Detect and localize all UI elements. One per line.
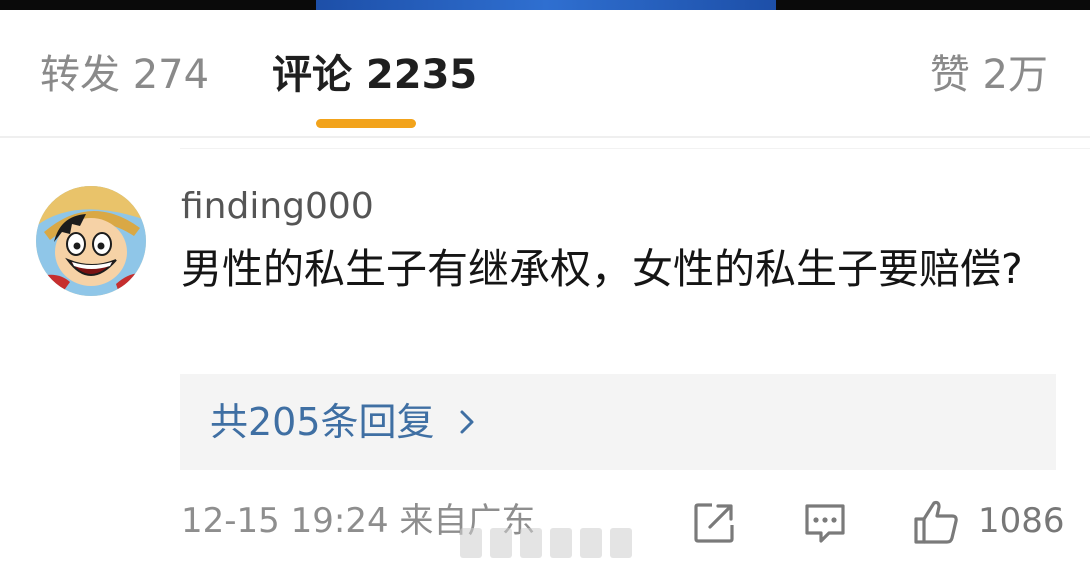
avatar[interactable] xyxy=(36,186,146,296)
like-button[interactable] xyxy=(912,497,960,547)
avatar-image xyxy=(36,186,146,296)
like-count[interactable]: 1086 xyxy=(978,500,1065,542)
comment-divider xyxy=(180,148,1090,149)
view-replies-button[interactable]: 共205条回复 xyxy=(180,374,1056,470)
tab-comment[interactable]: 评论 2235 xyxy=(272,50,477,100)
comment-bubble-icon xyxy=(805,504,845,543)
status-bar xyxy=(0,0,1090,10)
watermark xyxy=(460,522,640,566)
comment-timestamp: 12-15 19:24 xyxy=(181,501,389,541)
replies-count-label: 共205条回复 xyxy=(210,400,435,444)
thumbs-up-icon xyxy=(914,500,958,544)
status-bar-highlight xyxy=(316,0,776,10)
share-button[interactable] xyxy=(692,497,736,547)
chevron-right-icon xyxy=(460,410,474,434)
comment-text: 男性的私生子有继承权，女性的私生子要赔偿? xyxy=(181,245,1023,293)
tab-like[interactable]: 赞 2万 xyxy=(930,50,1048,100)
active-tab-indicator xyxy=(316,119,416,128)
tab-divider xyxy=(0,136,1090,138)
share-icon xyxy=(694,503,734,543)
tab-repost[interactable]: 转发 274 xyxy=(40,50,209,100)
reply-button[interactable] xyxy=(803,497,847,547)
tab-bar: 转发 274 评论 2235 赞 2万 xyxy=(0,10,1090,136)
comment-username[interactable]: finding000 xyxy=(181,185,374,229)
